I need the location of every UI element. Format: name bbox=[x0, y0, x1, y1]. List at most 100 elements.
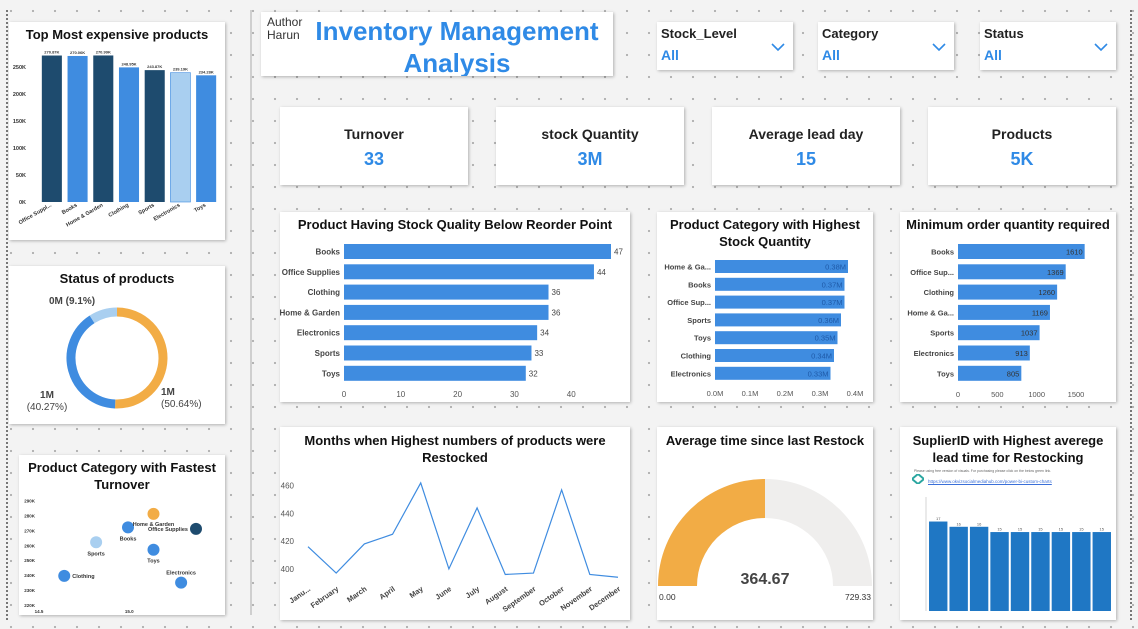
bar-value-label: 0.38M bbox=[825, 263, 846, 272]
y-category-label: Clothing bbox=[308, 288, 341, 297]
bar-value-label: 47 bbox=[614, 248, 623, 257]
y-category-label: Office Sup... bbox=[910, 268, 954, 277]
y-tick-label: 50K bbox=[16, 173, 26, 179]
y-tick-label: 440 bbox=[281, 509, 295, 518]
x-tick-label: Electronics bbox=[153, 203, 182, 223]
bar bbox=[1010, 532, 1030, 611]
bar bbox=[1051, 532, 1071, 611]
bar-value-label: 270.06K bbox=[70, 50, 85, 55]
kpi-stock-quantity-label: stock Quantity bbox=[541, 126, 639, 142]
y-tick-label: 260K bbox=[24, 543, 36, 548]
highest-stock-title-1: Product Category with Highest bbox=[670, 217, 860, 232]
bar bbox=[1031, 532, 1050, 611]
min-order-card[interactable]: Minimum order quantity required 0 500 1000… bbox=[900, 212, 1116, 402]
x-tick-label: 0.2M bbox=[777, 389, 794, 398]
highest-stock-card[interactable]: Product Category with Highest Stock Quan… bbox=[657, 212, 873, 402]
y-category-label: Clothing bbox=[681, 352, 712, 361]
x-tick-label: February bbox=[309, 584, 341, 610]
avg-restock-gauge: 364.67 0.00 729.33 bbox=[658, 479, 872, 602]
bar bbox=[1072, 532, 1091, 611]
bar bbox=[93, 55, 114, 203]
x-tick-label: 0.1M bbox=[742, 389, 759, 398]
fastest-turnover-title-2: Turnover bbox=[94, 477, 150, 492]
status-card[interactable]: Status of products 1M (50.64%) 1M (40.27%) 0… bbox=[9, 266, 225, 424]
chevron-down-icon[interactable] bbox=[932, 42, 946, 52]
x-tick-label: Toys bbox=[193, 203, 207, 214]
donut-slice bbox=[114, 307, 168, 409]
bar-value-label: 243.87K bbox=[147, 64, 162, 69]
y-category-label: Sports bbox=[930, 329, 954, 338]
bar-value-label: 805 bbox=[1007, 369, 1020, 378]
bar-value-label: 15 bbox=[1038, 527, 1043, 532]
scatter-point bbox=[90, 536, 103, 549]
months-restock-card[interactable]: Months when Highest numbers of products … bbox=[280, 427, 630, 620]
kpi-products-label: Products bbox=[991, 126, 1053, 142]
bar-value-label: 1260 bbox=[1038, 288, 1055, 297]
bar-value-label: 36 bbox=[552, 288, 561, 297]
bar bbox=[344, 284, 549, 300]
point-label: Clothing bbox=[72, 574, 94, 580]
top-expensive-card[interactable]: Top Most expensive products 0K 50K 100K 150… bbox=[9, 22, 225, 240]
bar-value-label: 1369 bbox=[1047, 268, 1064, 277]
top-expensive-chart: 0K50K100K150K200K250K270.87KOffice Suppl… bbox=[13, 49, 217, 229]
y-tick-label: 250K bbox=[13, 65, 26, 71]
x-tick-label: June bbox=[434, 584, 454, 601]
y-tick-label: 290K bbox=[24, 498, 36, 503]
x-tick-label: 1000 bbox=[1028, 390, 1045, 399]
chevron-down-icon[interactable] bbox=[1094, 42, 1108, 52]
y-category-label: Office Supplies bbox=[282, 268, 341, 277]
x-tick-label: 10 bbox=[396, 390, 405, 399]
y-category-label: Electronics bbox=[297, 329, 341, 338]
slicer-status-value: All bbox=[984, 47, 1002, 63]
y-category-label: Electronics bbox=[914, 349, 954, 358]
bar-value-label: 1610 bbox=[1066, 248, 1083, 257]
okviz-custom-charts-link[interactable]: https://www.okvizsocialmediahub.com/powe… bbox=[928, 479, 1052, 484]
supplier-lead-title-2: lead time for Restocking bbox=[932, 450, 1084, 465]
y-category-label: Sports bbox=[315, 349, 341, 358]
bar bbox=[344, 244, 611, 259]
y-category-label: Books bbox=[931, 248, 954, 257]
scatter-point bbox=[147, 507, 160, 520]
slicer-stock-level[interactable]: Stock_Level All bbox=[657, 22, 793, 70]
bar-value-label: 15 bbox=[1079, 527, 1084, 532]
y-category-label: Electronics bbox=[671, 369, 711, 378]
below-reorder-card[interactable]: Product Having Stock Quality Below Reord… bbox=[280, 212, 630, 402]
x-tick-label: 40 bbox=[567, 390, 576, 399]
months-restock-title-1: Months when Highest numbers of products … bbox=[304, 433, 606, 448]
kpi-turnover[interactable]: Turnover 33 bbox=[280, 107, 468, 185]
kpi-stock-quantity[interactable]: stock Quantity 3M bbox=[496, 107, 684, 185]
avg-restock-card[interactable]: Average time since last Restock 364.67 0.… bbox=[657, 427, 873, 620]
bar-value-label: 0.36M bbox=[818, 316, 839, 325]
restock-line bbox=[307, 481, 619, 578]
y-category-label: Office Sup... bbox=[667, 298, 711, 307]
supplier-lead-card[interactable]: SuplierID with Highest averege lead time… bbox=[900, 427, 1116, 620]
bar bbox=[949, 526, 968, 611]
bar-value-label: 16 bbox=[956, 521, 961, 526]
header-card: Author Harun Inventory Management Analys… bbox=[261, 12, 613, 76]
y-tick-label: 270K bbox=[24, 528, 36, 533]
bar bbox=[118, 67, 140, 202]
kpi-products[interactable]: Products 5K bbox=[928, 107, 1116, 185]
chevron-down-icon[interactable] bbox=[771, 42, 785, 52]
donut-label: (50.64%) bbox=[161, 399, 202, 410]
point-label: Office Supplies bbox=[148, 527, 188, 533]
author-label: Author bbox=[267, 15, 303, 29]
slicer-category[interactable]: Category All bbox=[818, 22, 954, 70]
slicer-status[interactable]: Status All bbox=[980, 22, 1116, 70]
scatter-point bbox=[190, 522, 202, 535]
donut-slice bbox=[89, 307, 118, 324]
y-tick-label: 460 bbox=[281, 482, 295, 491]
x-tick-label: 1500 bbox=[1068, 390, 1085, 399]
avg-restock-title: Average time since last Restock bbox=[665, 433, 865, 448]
point-label: Sports bbox=[87, 551, 104, 557]
fastest-turnover-card[interactable]: Product Category with Fastest Turnover 2… bbox=[19, 455, 225, 615]
y-tick-label: 200K bbox=[13, 92, 26, 98]
x-tick-label: April bbox=[378, 584, 397, 601]
page-border-right bbox=[1130, 10, 1132, 620]
y-category-label: Home & Ga... bbox=[907, 308, 954, 317]
kpi-average-lead-day[interactable]: Average lead day 15 bbox=[712, 107, 900, 185]
bar bbox=[144, 70, 165, 203]
page-title-line2: Analysis bbox=[403, 48, 511, 76]
months-restock-chart: 400420440460Janu...February March April May… bbox=[281, 481, 622, 614]
bar-value-label: 15 bbox=[1018, 527, 1023, 532]
